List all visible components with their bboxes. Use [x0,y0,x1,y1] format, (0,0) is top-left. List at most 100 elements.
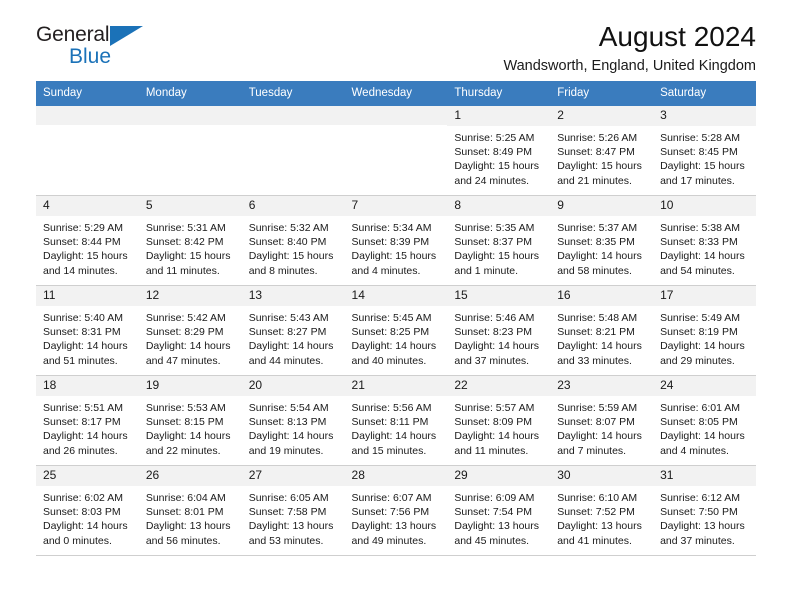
calendar-day-cell[interactable]: 21 Sunrise: 5:56 AM Sunset: 8:11 PM Dayligh… [344,375,448,466]
day-cell-inner: 2 Sunrise: 5:26 AM Sunset: 8:47 PM Daylight… [550,106,654,195]
calendar-day-cell[interactable]: 12 Sunrise: 5:42 AM Sunset: 8:29 PM Dayligh… [138,285,242,376]
day-number: 30 [550,466,654,486]
day-details: Sunrise: 6:02 AM Sunset: 8:03 PM Daylight:… [36,486,139,549]
day-details: Sunrise: 5:32 AM Sunset: 8:40 PM Daylight:… [242,216,345,279]
calendar-day-cell[interactable]: 27 Sunrise: 6:05 AM Sunset: 7:58 PM Dayligh… [241,465,345,556]
daylight-text-line2: and 29 minutes. [660,354,735,367]
weekday-header-monday: Monday [138,81,242,106]
day-number [241,106,345,125]
day-cell-inner: 29 Sunrise: 6:09 AM Sunset: 7:54 PM Dayligh… [447,466,551,555]
weekday-header-thursday: Thursday [447,81,551,106]
calendar-day-cell[interactable]: 4 Sunrise: 5:29 AM Sunset: 8:44 PM Daylight… [36,195,139,286]
daylight-text-line1: Daylight: 14 hours [660,250,745,263]
calendar-day-cell[interactable]: 29 Sunrise: 6:09 AM Sunset: 7:54 PM Dayligh… [447,465,551,556]
day-details: Sunrise: 5:29 AM Sunset: 8:44 PM Daylight:… [36,216,139,279]
sunrise-text: Sunrise: 6:09 AM [454,491,535,504]
daylight-text-line2: and 22 minutes. [145,444,221,457]
daylight-text-line1: Daylight: 14 hours [454,430,540,443]
calendar-day-cell[interactable]: 10 Sunrise: 5:38 AM Sunset: 8:33 PM Dayligh… [653,195,756,286]
calendar-day-cell[interactable]: 22 Sunrise: 5:57 AM Sunset: 8:09 PM Dayligh… [447,375,551,466]
calendar-day-cell[interactable]: 1 Sunrise: 5:25 AM Sunset: 8:49 PM Daylight… [447,105,551,196]
calendar-day-cell[interactable]: 28 Sunrise: 6:07 AM Sunset: 7:56 PM Dayligh… [344,465,448,556]
calendar-day-cell[interactable]: 26 Sunrise: 6:04 AM Sunset: 8:01 PM Dayligh… [138,465,242,556]
calendar-day-cell[interactable]: 17 Sunrise: 5:49 AM Sunset: 8:19 PM Dayligh… [653,285,756,376]
calendar-day-cell[interactable]: 24 Sunrise: 6:01 AM Sunset: 8:05 PM Dayligh… [653,375,756,466]
brand-triangle-icon [110,26,144,46]
daylight-text-line1: Daylight: 14 hours [351,340,437,353]
day-number: 11 [36,286,139,306]
day-details: Sunrise: 6:01 AM Sunset: 8:05 PM Daylight:… [653,396,756,459]
sunset-text: Sunset: 8:33 PM [660,236,738,248]
day-cell-inner: 4 Sunrise: 5:29 AM Sunset: 8:44 PM Daylight… [36,196,139,285]
daylight-text-line2: and 54 minutes. [660,264,735,277]
daylight-text-line2: and 37 minutes. [454,354,530,367]
sunset-text: Sunset: 8:39 PM [351,236,430,248]
daylight-text-line2: and 26 minutes. [43,444,118,457]
sunset-text: Sunset: 7:54 PM [454,506,533,518]
day-number: 23 [550,376,654,396]
sunrise-text: Sunrise: 6:07 AM [351,491,432,504]
calendar-day-cell[interactable]: 31 Sunrise: 6:12 AM Sunset: 7:50 PM Dayligh… [653,465,756,556]
sunrise-text: Sunrise: 6:05 AM [248,491,329,504]
sunrise-text: Sunrise: 6:12 AM [660,491,741,504]
day-cell-inner: 14 Sunrise: 5:45 AM Sunset: 8:25 PM Dayligh… [344,286,448,375]
daylight-text-line2: and 58 minutes. [557,264,632,277]
calendar-day-cell[interactable]: 25 Sunrise: 6:02 AM Sunset: 8:03 PM Dayligh… [36,465,139,556]
calendar-day-cell-empty [138,105,242,196]
weekday-header-sunday: Sunday [36,81,139,106]
sunset-text: Sunset: 8:25 PM [351,326,430,338]
sunset-text: Sunset: 7:50 PM [660,506,738,518]
calendar-day-cell[interactable]: 11 Sunrise: 5:40 AM Sunset: 8:31 PM Dayligh… [36,285,139,376]
sunset-text: Sunset: 8:47 PM [557,146,635,158]
brand-logo[interactable]: General Blue [36,24,144,67]
daylight-text-line1: Daylight: 14 hours [660,340,745,353]
calendar-day-cell[interactable]: 6 Sunrise: 5:32 AM Sunset: 8:40 PM Daylight… [241,195,345,286]
page-title: August 2024 [598,21,756,52]
calendar-day-cell[interactable]: 23 Sunrise: 5:59 AM Sunset: 8:07 PM Dayligh… [550,375,654,466]
daylight-text-line2: and 7 minutes. [557,444,627,457]
calendar-day-cell[interactable]: 9 Sunrise: 5:37 AM Sunset: 8:35 PM Daylight… [550,195,654,286]
sunset-text: Sunset: 8:19 PM [660,326,738,338]
calendar-day-cell[interactable]: 18 Sunrise: 5:51 AM Sunset: 8:17 PM Dayligh… [36,375,139,466]
day-cell-inner: 7 Sunrise: 5:34 AM Sunset: 8:39 PM Daylight… [344,196,448,285]
sunset-text: Sunset: 7:52 PM [557,506,635,518]
sunset-text: Sunset: 8:35 PM [557,236,635,248]
day-cell-inner: 25 Sunrise: 6:02 AM Sunset: 8:03 PM Dayligh… [36,466,139,555]
sunset-text: Sunset: 8:05 PM [660,416,738,428]
daylight-text-line1: Daylight: 14 hours [351,430,437,443]
daylight-text-line2: and 19 minutes. [248,444,324,457]
daylight-text-line2: and 56 minutes. [145,534,221,547]
day-details: Sunrise: 5:38 AM Sunset: 8:33 PM Daylight:… [653,216,756,279]
calendar-day-cell[interactable]: 3 Sunrise: 5:28 AM Sunset: 8:45 PM Daylight… [653,105,756,196]
day-number: 8 [447,196,551,216]
calendar-day-cell[interactable]: 8 Sunrise: 5:35 AM Sunset: 8:37 PM Daylight… [447,195,551,286]
day-number: 10 [653,196,756,216]
day-details: Sunrise: 6:09 AM Sunset: 7:54 PM Daylight:… [447,486,550,549]
calendar-day-cell[interactable]: 7 Sunrise: 5:34 AM Sunset: 8:39 PM Daylight… [344,195,448,286]
sunrise-text: Sunrise: 5:37 AM [557,221,638,234]
daylight-text-line1: Daylight: 13 hours [351,520,437,533]
calendar-day-cell[interactable]: 13 Sunrise: 5:43 AM Sunset: 8:27 PM Dayligh… [241,285,345,376]
title-block: August 2024 Wandsworth, England, United … [36,22,756,75]
sunset-text: Sunset: 8:40 PM [248,236,327,248]
day-number: 5 [138,196,242,216]
calendar-day-cell[interactable]: 16 Sunrise: 5:48 AM Sunset: 8:21 PM Dayligh… [550,285,654,376]
calendar-day-cell[interactable]: 14 Sunrise: 5:45 AM Sunset: 8:25 PM Dayligh… [344,285,448,376]
calendar-day-cell[interactable]: 15 Sunrise: 5:46 AM Sunset: 8:23 PM Dayligh… [447,285,551,376]
daylight-text-line2: and 17 minutes. [660,174,735,187]
calendar-day-cell[interactable]: 2 Sunrise: 5:26 AM Sunset: 8:47 PM Daylight… [550,105,654,196]
calendar-day-cell[interactable]: 5 Sunrise: 5:31 AM Sunset: 8:42 PM Daylight… [138,195,242,286]
day-details: Sunrise: 5:57 AM Sunset: 8:09 PM Daylight:… [447,396,550,459]
day-cell-inner: 3 Sunrise: 5:28 AM Sunset: 8:45 PM Daylight… [653,106,756,195]
day-number: 2 [550,106,654,126]
day-number: 19 [138,376,242,396]
day-details: Sunrise: 5:25 AM Sunset: 8:49 PM Daylight:… [447,126,550,189]
day-cell-inner [36,106,139,195]
day-number: 25 [36,466,139,486]
day-number: 29 [447,466,551,486]
calendar-day-cell[interactable]: 19 Sunrise: 5:53 AM Sunset: 8:15 PM Dayligh… [138,375,242,466]
calendar-day-cell[interactable]: 30 Sunrise: 6:10 AM Sunset: 7:52 PM Dayligh… [550,465,654,556]
daylight-text-line1: Daylight: 15 hours [43,250,128,263]
sunset-text: Sunset: 8:13 PM [248,416,327,428]
calendar-day-cell[interactable]: 20 Sunrise: 5:54 AM Sunset: 8:13 PM Dayligh… [241,375,345,466]
